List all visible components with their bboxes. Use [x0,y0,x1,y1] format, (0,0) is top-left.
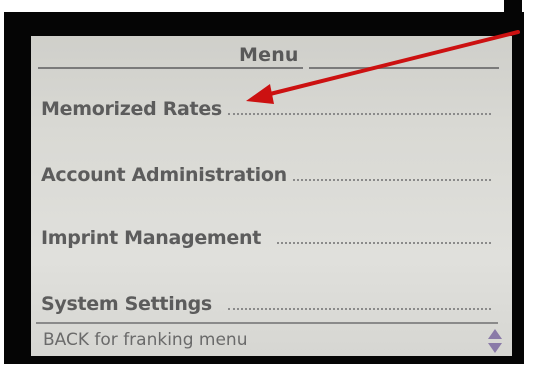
menu-item-account-administration[interactable]: Account Administration [41,160,491,190]
dotted-leader [227,111,491,115]
device-bezel-corner [504,0,522,14]
menu-item-label: Imprint Management [41,227,262,249]
menu-item-system-settings[interactable]: System Settings [41,289,491,319]
lcd-screen: Menu Memorized Rates Account Administrat… [31,36,512,356]
menu-item-label: Account Administration [41,164,287,186]
menu-item-label: System Settings [41,293,212,315]
menu-item-imprint-management[interactable]: Imprint Management [41,223,491,253]
menu-title: Menu [239,44,299,66]
dotted-leader [292,177,491,181]
menu-header: Menu [31,36,512,70]
back-hint: BACK for franking menu [43,330,248,350]
header-divider [38,67,303,69]
dotted-leader [277,240,491,244]
menu-item-label: Memorized Rates [41,98,222,120]
dotted-leader [227,306,491,310]
menu-item-memorized-rates[interactable]: Memorized Rates [41,94,491,124]
up-down-arrow-icon[interactable] [487,328,503,354]
footer-bar: BACK for franking menu [31,324,512,356]
header-divider-right [309,67,499,69]
